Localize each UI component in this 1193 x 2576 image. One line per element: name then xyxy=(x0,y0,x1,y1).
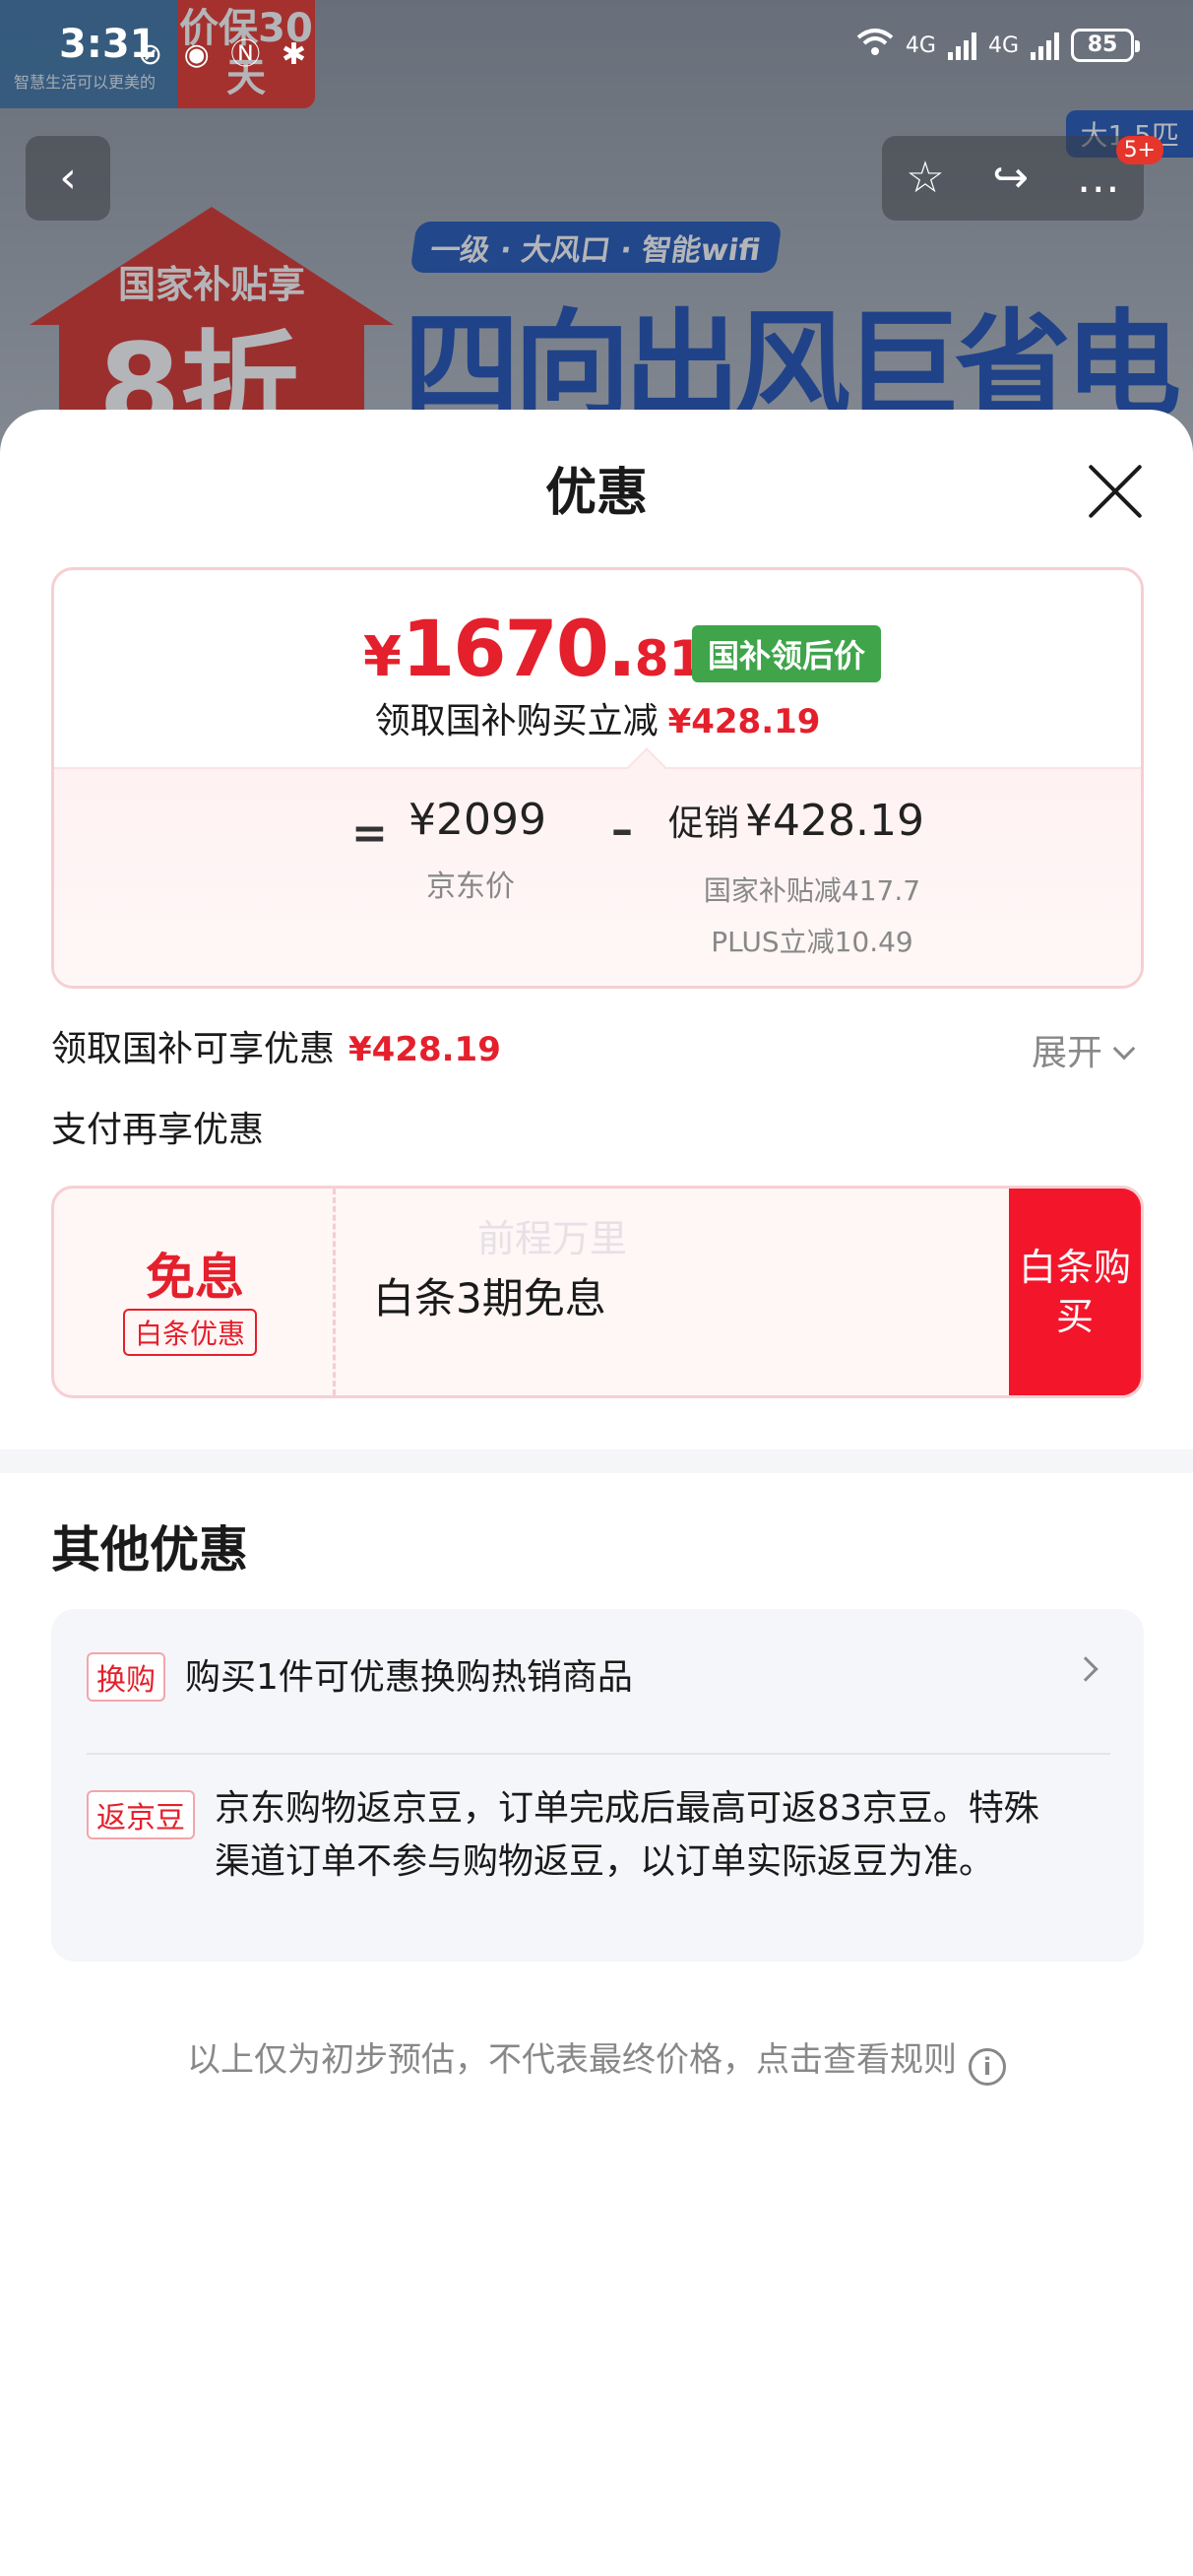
discount-sheet: 优惠 ¥1670.81 国补领后价 领取国补购买立减 ¥428.19 = ¥209… xyxy=(0,410,1193,2576)
subsidy-reduce-amount: ¥428.19 xyxy=(667,702,821,741)
gov-subsidy-reduction: 国家补贴减417.7 xyxy=(703,874,921,907)
signal-icon-1 xyxy=(947,31,976,60)
network-type-1: 4G xyxy=(905,32,936,58)
baitiao-offer-card[interactable]: 免息 白条优惠 前程万里 白条3期免息 白条购买 xyxy=(51,1186,1144,1398)
back-button[interactable]: ‹ xyxy=(26,136,110,221)
payment-offers-heading: 支付再享优惠 xyxy=(51,1110,265,1150)
jd-price-label: 京东价 xyxy=(426,869,515,904)
promo-discount: 促销 ¥428.19 xyxy=(668,795,924,846)
baitiao-offer-text: 白条3期免息 xyxy=(373,1274,606,1322)
baitiao-buy-button[interactable]: 白条购买 xyxy=(1009,1189,1141,1395)
network-type-2: 4G xyxy=(987,32,1019,58)
top-action-group: ☆ ↪ … xyxy=(882,136,1144,221)
wifi-icon xyxy=(856,28,894,63)
baitiao-discount-tag: 白条优惠 xyxy=(123,1309,258,1356)
chevron-right-icon xyxy=(1073,1656,1099,1682)
subsidy-reduce-text: 领取国补购买立减 xyxy=(374,701,659,741)
status-bar: 3:31 ⊘ ◉ Ⓝ ✱ 4G 4G 85 xyxy=(0,0,1193,98)
jd-price: ¥2099 xyxy=(408,795,546,845)
rules-link[interactable]: 以上仅为初步预估，不代表最终价格，点击查看规则 i xyxy=(0,2032,1193,2086)
final-price-integer: 1670. xyxy=(401,606,637,694)
expand-button[interactable]: 展开 xyxy=(1032,1024,1136,1075)
more-icon[interactable]: … xyxy=(1077,157,1120,200)
signal-icon-2 xyxy=(1031,31,1059,60)
share-icon[interactable]: ↪ xyxy=(992,157,1029,200)
rules-note-text: 以上仅为初步预估，不代表最终价格，点击查看规则 xyxy=(187,2040,957,2080)
claim-subsidy-row: 领取国补可享优惠 ¥428.19 xyxy=(51,1020,501,1071)
subsidy-reduce-line: 领取国补购买立减 ¥428.19 xyxy=(54,692,1141,743)
close-icon[interactable] xyxy=(1083,459,1148,524)
back-arrow-icon: ‹ xyxy=(59,153,77,203)
promo-breakdown: 国家补贴减417.7 PLUS立减10.49 xyxy=(645,866,979,968)
message-count-badge: 5+ xyxy=(1115,136,1163,164)
jd-beans-tag: 返京豆 xyxy=(87,1790,195,1839)
jd-beans-text: 京东购物返京豆，订单完成后最高可返83京豆。特殊渠道订单不参与购物返豆，以订单实… xyxy=(215,1788,1039,1882)
chevron-down-icon xyxy=(1112,1037,1136,1061)
final-price-section: ¥1670.81 国补领后价 领取国补购买立减 ¥428.19 xyxy=(54,570,1141,767)
trade-in-text: 购买1件可优惠换购热销商品 xyxy=(185,1657,633,1698)
battery-icon: 85 xyxy=(1071,29,1140,62)
section-divider xyxy=(0,1449,1193,1473)
favorite-star-icon[interactable]: ☆ xyxy=(906,157,944,200)
interest-free-label: 免息 xyxy=(146,1249,244,1306)
expand-label: 展开 xyxy=(1032,1033,1103,1073)
equals-sign: = xyxy=(351,808,388,859)
sheet-title: 优惠 xyxy=(544,464,648,523)
gov-subsidy-price-badge: 国补领后价 xyxy=(692,625,882,682)
currency-symbol: ¥ xyxy=(363,625,402,689)
minus-sign: – xyxy=(611,805,633,855)
claim-subsidy-amount: ¥428.19 xyxy=(348,1030,501,1069)
watermark-text: 前程万里 xyxy=(477,1217,628,1260)
final-price: ¥1670.81 xyxy=(363,606,703,694)
info-icon: i xyxy=(969,2048,1006,2086)
other-offers-list: 换购 购买1件可优惠换购热销商品 返京豆 京东购物返京豆，订单完成后最高可返83… xyxy=(51,1609,1144,1962)
list-divider xyxy=(87,1753,1110,1755)
promo-amount: ¥428.19 xyxy=(745,796,924,846)
other-offers-title: 其他优惠 xyxy=(51,1521,248,1578)
trade-in-tag: 换购 xyxy=(87,1652,165,1702)
plus-reduction: PLUS立减10.49 xyxy=(711,926,913,958)
status-right-cluster: 4G 4G 85 xyxy=(856,28,1140,63)
price-breakdown-card: ¥1670.81 国补领后价 领取国补购买立减 ¥428.19 = ¥2099 京… xyxy=(51,567,1144,989)
claim-subsidy-text: 领取国补可享优惠 xyxy=(51,1029,336,1069)
promo-label: 促销 xyxy=(668,804,740,844)
list-item-trade-in[interactable]: 换购 购买1件可优惠换购热销商品 xyxy=(87,1648,1114,1721)
status-notification-icons: ⊘ ◉ Ⓝ ✱ xyxy=(138,37,313,72)
